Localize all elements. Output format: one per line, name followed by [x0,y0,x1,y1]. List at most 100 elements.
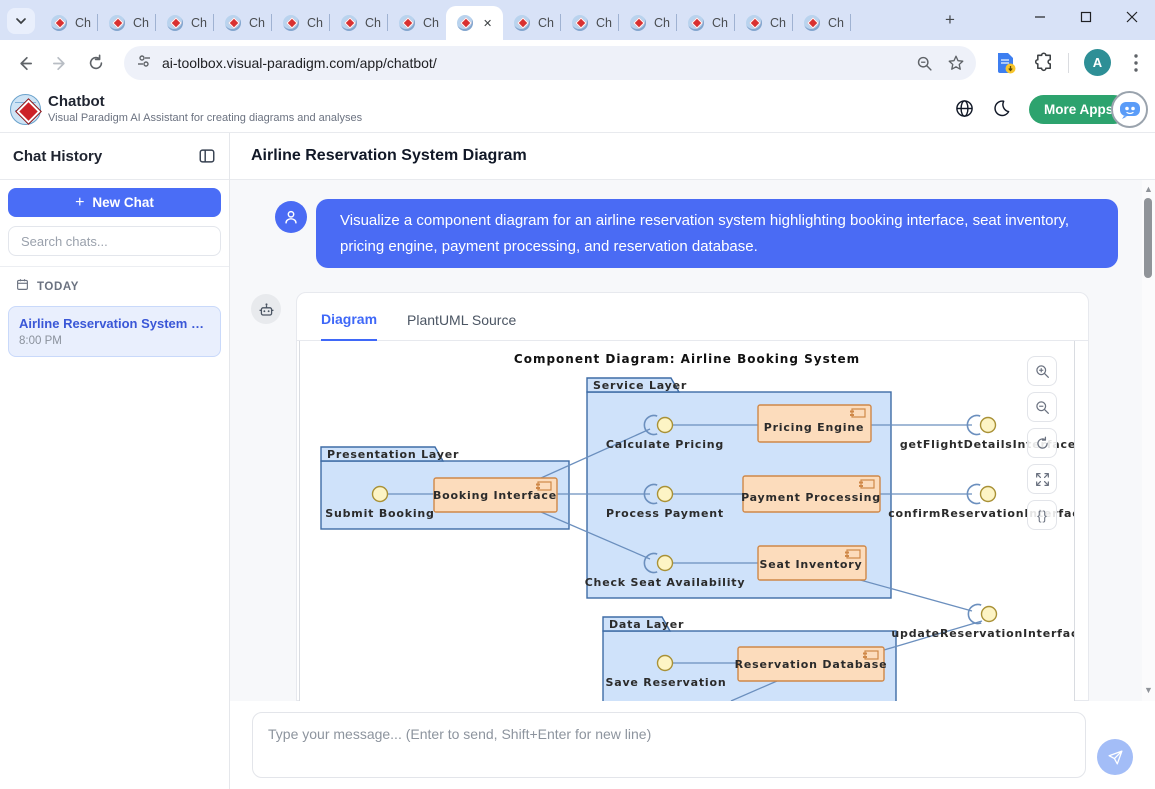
interface-confirm-reservation [981,487,996,502]
interface-process-payment [658,487,673,502]
svg-text:Data Layer: Data Layer [609,618,684,631]
browser-tab[interactable]: Ch [156,6,214,40]
chat-history-item[interactable]: Airline Reservation System Dia... 8:00 P… [8,306,221,357]
svg-text:Service Layer: Service Layer [593,379,687,392]
sidebar: Chat History + New Chat TODAY Airline Re… [0,133,230,789]
browser-window: ChChChChChChCh✕ChChChChChCh + ai-toolbox… [0,0,1155,789]
zoom-page-icon[interactable] [912,51,936,75]
component-booking-interface: Booking Interface [433,478,557,512]
send-button[interactable] [1097,739,1133,775]
search-chats-box[interactable] [8,226,221,256]
sidebar-header: Chat History [0,133,229,180]
browser-tab[interactable]: Ch [503,6,561,40]
label-check-seat: Check Seat Availability [585,576,746,589]
extension-doc-icon[interactable] [995,51,1017,75]
back-icon[interactable] [12,51,36,75]
interface-save-reservation [658,656,673,671]
label-submit-booking: Submit Booking [325,507,434,520]
search-chats-input[interactable] [9,234,220,249]
scrollbar-thumb[interactable] [1144,198,1152,278]
reset-view-button[interactable] [1027,428,1057,458]
browser-toolbar: ai-toolbox.visual-paradigm.com/app/chatb… [0,40,1155,86]
tab-label: Ch [828,16,844,30]
browser-tab[interactable]: Ch [619,6,677,40]
minimize-button[interactable] [1017,0,1063,34]
chat-area: Visualize a component diagram for an air… [230,180,1155,701]
browser-tab[interactable]: Ch [793,6,851,40]
tab-close-icon[interactable]: ✕ [483,17,492,30]
toolbar-separator [1068,53,1069,73]
tab-label: Ch [596,16,612,30]
bookmark-star-icon[interactable] [944,51,968,75]
app-title: Chatbot [48,93,105,110]
chatbot-badge-icon[interactable] [1111,91,1148,128]
browser-tab[interactable]: Ch [214,6,272,40]
tab-plantuml-source[interactable]: PlantUML Source [407,312,516,340]
tab-diagram[interactable]: Diagram [321,311,377,341]
tab-search-chevron-icon[interactable] [7,8,35,34]
visual-paradigm-favicon [804,15,820,31]
app-body: Chat History + New Chat TODAY Airline Re… [0,133,1155,789]
component-diagram-svg: Component Diagram: Airline Booking Syste… [300,341,1075,701]
url-text[interactable]: ai-toolbox.visual-paradigm.com/app/chatb… [162,55,912,71]
forward-icon [48,51,72,75]
browser-tab[interactable]: Ch [272,6,330,40]
close-window-button[interactable] [1109,0,1155,34]
new-tab-button[interactable]: + [940,11,960,31]
diagram-canvas[interactable]: Component Diagram: Airline Booking Syste… [299,341,1075,701]
assistant-response-card: Diagram PlantUML Source Component Diagra… [296,292,1089,701]
label-save-reservation: Save Reservation [606,676,727,689]
source-braces-button[interactable]: { } [1027,500,1057,530]
browser-tab[interactable]: Ch [677,6,735,40]
visual-paradigm-favicon [688,15,704,31]
tab-label: Ch [307,16,323,30]
browser-tab[interactable]: Ch [98,6,156,40]
svg-text:Presentation Layer: Presentation Layer [327,448,459,461]
component-reservation-database: Reservation Database [735,647,888,681]
tab-label: Ch [770,16,786,30]
browser-tab[interactable]: Ch [561,6,619,40]
site-settings-icon[interactable] [136,53,152,74]
interface-get-flight-details [981,418,996,433]
visual-paradigm-favicon [630,15,646,31]
address-bar[interactable]: ai-toolbox.visual-paradigm.com/app/chatb… [124,46,976,80]
browser-menu-icon[interactable] [1126,49,1146,76]
browser-tab[interactable]: Ch [40,6,98,40]
profile-avatar[interactable]: A [1084,49,1111,76]
message-input[interactable] [252,712,1086,778]
extensions-puzzle-icon[interactable] [1034,51,1056,75]
component-pricing-engine: Pricing Engine [758,405,871,442]
tab-label: Ch [654,16,670,30]
browser-tab[interactable]: Ch [735,6,793,40]
scroll-up-arrow-icon[interactable]: ▲ [1144,185,1153,194]
language-globe-icon[interactable] [955,99,975,119]
chat-item-time: 8:00 PM [19,335,210,347]
user-avatar-icon [275,201,307,233]
interface-calculate-pricing [658,418,673,433]
collapse-sidebar-icon[interactable] [198,147,216,165]
dark-mode-moon-icon[interactable] [992,99,1012,119]
tab-label: Ch [75,16,91,30]
visual-paradigm-favicon [283,15,299,31]
reload-icon[interactable] [84,51,108,75]
maximize-button[interactable] [1063,0,1109,34]
diagram-zoom-controls: { } [1027,356,1057,536]
zoom-out-button[interactable] [1027,392,1057,422]
svg-text:Booking Interface: Booking Interface [433,489,557,502]
visual-paradigm-favicon [167,15,183,31]
chat-scrollbar[interactable]: ▲ ▼ [1142,180,1155,701]
tab-label: Ch [191,16,207,30]
fullscreen-button[interactable] [1027,464,1057,494]
browser-tab[interactable]: Ch [330,6,388,40]
browser-tab[interactable]: Ch [388,6,446,40]
browser-tab-active[interactable]: ✕ [446,6,503,40]
visual-paradigm-favicon [109,15,125,31]
svg-text:Seat Inventory: Seat Inventory [760,558,863,571]
assistant-robot-icon [251,294,281,324]
plus-icon: + [75,194,84,212]
visual-paradigm-favicon [225,15,241,31]
component-seat-inventory: Seat Inventory [758,546,866,580]
scroll-down-arrow-icon[interactable]: ▼ [1144,686,1153,695]
zoom-in-button[interactable] [1027,356,1057,386]
new-chat-button[interactable]: + New Chat [8,188,221,217]
